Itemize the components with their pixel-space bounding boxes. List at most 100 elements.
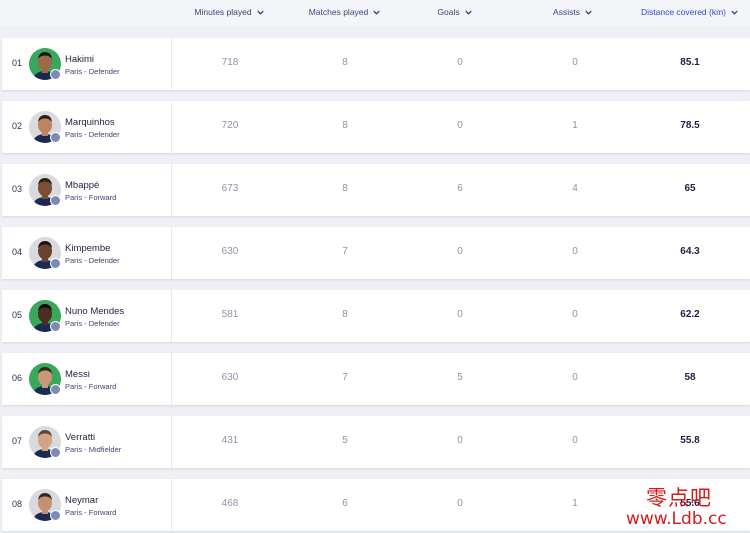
- player-club-position: Paris - Midfielder: [65, 445, 122, 454]
- player-club-position: Paris - Forward: [65, 193, 117, 202]
- club-badge-icon: [50, 258, 61, 269]
- rank-number: 07: [12, 436, 23, 446]
- minutes-played-value: 720: [221, 120, 239, 131]
- minutes-played-value: 630: [221, 372, 239, 383]
- column-label: Assists: [553, 7, 580, 17]
- distance-covered-value: 62.2: [680, 309, 700, 320]
- player-name[interactable]: Messi: [65, 369, 90, 380]
- player-club-position: Paris - Defender: [65, 319, 120, 328]
- rank-number: 06: [12, 373, 23, 383]
- player-cell[interactable]: 02 Marquinhos Paris - Defender: [2, 101, 172, 153]
- rank-number: 02: [12, 121, 23, 131]
- player-club-position: Paris - Forward: [65, 382, 117, 391]
- table-row[interactable]: 04 Kimpembe Paris - Defender 630 7 0 0 6…: [2, 227, 750, 279]
- minutes-played-value: 431: [221, 435, 239, 446]
- player-cell[interactable]: 05 Nuno Mendes Paris - Defender: [2, 290, 172, 342]
- table-row[interactable]: 01 Hakimi Paris - Defender 718 8 0 0 85.…: [2, 38, 750, 90]
- matches-played-value: 8: [342, 309, 348, 320]
- minutes-played-value: 673: [221, 183, 239, 194]
- chevron-down-icon: [464, 10, 472, 15]
- assists-value: 0: [572, 246, 578, 257]
- distance-covered-value: 58: [684, 372, 696, 383]
- player-name[interactable]: Marquinhos: [65, 117, 115, 128]
- sort-matches-played[interactable]: Matches played: [300, 5, 390, 19]
- club-badge-icon: [50, 447, 61, 458]
- player-cell[interactable]: 03 Mbappé Paris - Forward: [2, 164, 172, 216]
- player-name[interactable]: Mbappé: [65, 180, 99, 191]
- rank-number: 08: [12, 499, 23, 509]
- watermark-chinese: 零点吧: [646, 486, 712, 510]
- player-cell[interactable]: 04 Kimpembe Paris - Defender: [2, 227, 172, 279]
- sort-goals[interactable]: Goals: [425, 5, 485, 19]
- assists-value: 1: [572, 120, 578, 131]
- club-badge-icon: [50, 69, 61, 80]
- player-name[interactable]: Verratti: [65, 432, 95, 443]
- chevron-down-icon: [585, 10, 592, 15]
- goals-value: 0: [457, 435, 463, 446]
- matches-played-value: 8: [342, 57, 348, 68]
- minutes-played-value: 718: [221, 57, 239, 68]
- rank-number: 03: [12, 184, 23, 194]
- matches-played-value: 7: [342, 246, 348, 257]
- goals-value: 0: [457, 120, 463, 131]
- matches-played-value: 8: [342, 183, 348, 194]
- table-row[interactable]: 05 Nuno Mendes Paris - Defender 581 8 0 …: [2, 290, 750, 342]
- table-row[interactable]: 07 Verratti Paris - Midfielder 431 5 0 0…: [2, 416, 750, 468]
- matches-played-value: 6: [342, 498, 348, 509]
- rank-number: 04: [12, 247, 23, 257]
- goals-value: 0: [457, 498, 463, 509]
- goals-value: 0: [457, 309, 463, 320]
- assists-value: 0: [572, 435, 578, 446]
- table-row[interactable]: 06 Messi Paris - Forward 630 7 5 0 58: [2, 353, 750, 405]
- rank-number: 05: [12, 310, 23, 320]
- distance-covered-value: 78.5: [680, 120, 700, 131]
- assists-value: 4: [572, 183, 578, 194]
- table-row[interactable]: 02 Marquinhos Paris - Defender 720 8 0 1…: [2, 101, 750, 153]
- player-cell[interactable]: 08 Neymar Paris - Forward: [2, 479, 172, 531]
- assists-value: 1: [572, 498, 578, 509]
- goals-value: 0: [457, 57, 463, 68]
- distance-covered-value: 85.1: [680, 57, 700, 68]
- distance-covered-value: 64.3: [680, 246, 700, 257]
- goals-value: 0: [457, 246, 463, 257]
- player-cell[interactable]: 06 Messi Paris - Forward: [2, 353, 172, 405]
- matches-played-value: 7: [342, 372, 348, 383]
- rank-number: 01: [12, 58, 23, 68]
- column-label: Matches played: [308, 7, 369, 17]
- club-badge-icon: [50, 510, 61, 521]
- club-badge-icon: [50, 384, 61, 395]
- distance-covered-value: 65: [684, 183, 696, 194]
- assists-value: 0: [572, 57, 578, 68]
- player-cell[interactable]: 01 Hakimi Paris - Defender: [2, 38, 172, 90]
- watermark: 零点吧 www.Ldb.cc: [622, 482, 747, 532]
- club-badge-icon: [50, 132, 61, 143]
- player-name[interactable]: Hakimi: [65, 54, 94, 65]
- player-club-position: Paris - Defender: [65, 256, 120, 265]
- goals-value: 6: [457, 183, 463, 194]
- column-label: Minutes played: [194, 7, 252, 17]
- sort-distance-covered[interactable]: Distance covered (km): [632, 5, 748, 19]
- assists-value: 0: [572, 309, 578, 320]
- chevron-down-icon: [731, 10, 738, 15]
- player-club-position: Paris - Forward: [65, 508, 117, 517]
- player-name[interactable]: Neymar: [65, 495, 98, 506]
- sort-assists[interactable]: Assists: [538, 5, 608, 19]
- club-badge-icon: [50, 195, 61, 206]
- player-name[interactable]: Nuno Mendes: [65, 306, 124, 317]
- distance-covered-value: 55.8: [680, 435, 700, 446]
- table-row[interactable]: 03 Mbappé Paris - Forward 673 8 6 4 65: [2, 164, 750, 216]
- matches-played-value: 5: [342, 435, 348, 446]
- player-name[interactable]: Kimpembe: [65, 243, 110, 254]
- goals-value: 5: [457, 372, 463, 383]
- minutes-played-value: 581: [221, 309, 239, 320]
- chevron-down-icon: [256, 10, 264, 15]
- sort-minutes-played[interactable]: Minutes played: [182, 5, 277, 19]
- minutes-played-value: 468: [221, 498, 239, 509]
- table-header: Minutes played Matches played Goals Assi…: [0, 0, 750, 26]
- player-cell[interactable]: 07 Verratti Paris - Midfielder: [2, 416, 172, 468]
- minutes-played-value: 630: [221, 246, 239, 257]
- player-club-position: Paris - Defender: [65, 67, 120, 76]
- watermark-url: www.Ldb.cc: [626, 509, 727, 529]
- matches-played-value: 8: [342, 120, 348, 131]
- column-label: Goals: [437, 7, 460, 17]
